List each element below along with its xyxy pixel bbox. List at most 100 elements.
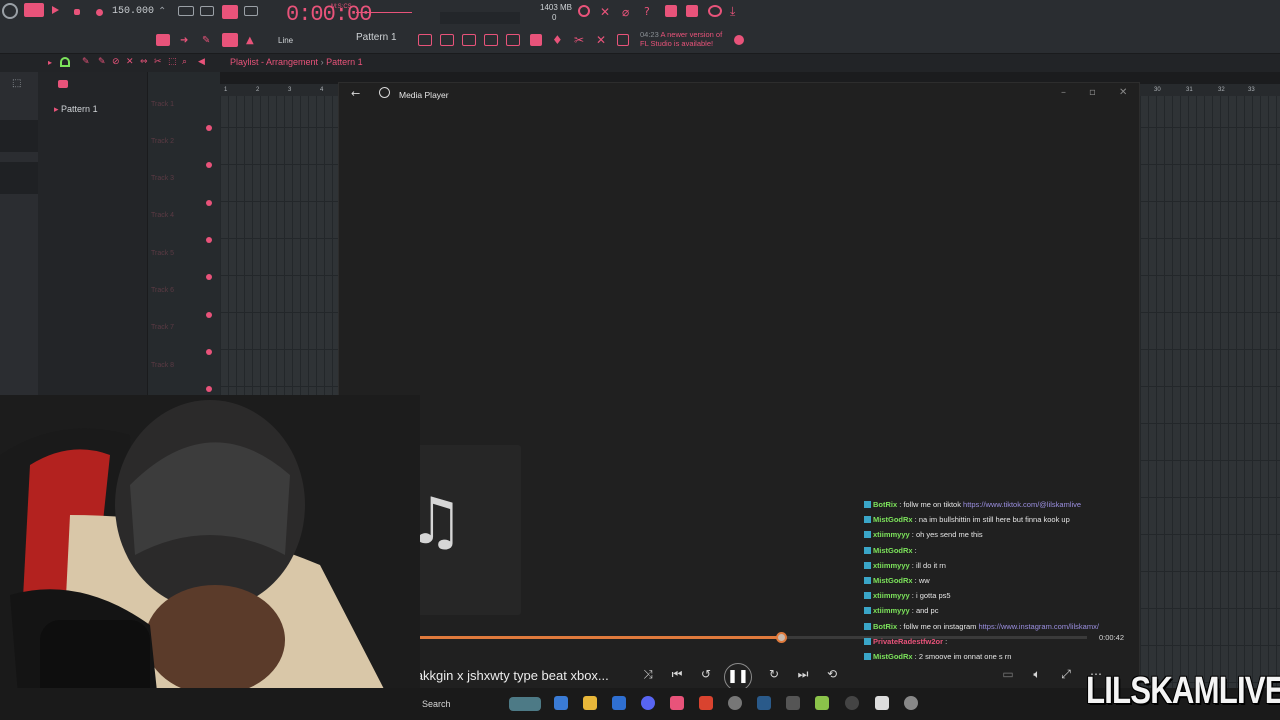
steam-icon[interactable]	[757, 696, 771, 710]
track-label[interactable]: Track 7	[151, 324, 174, 331]
rewind-10-icon[interactable]: ↺	[697, 667, 715, 681]
browser-icon[interactable]: ⬚	[12, 78, 26, 92]
minimize-icon[interactable]: –	[1061, 87, 1066, 98]
help-icon[interactable]: ?	[644, 5, 658, 19]
track-label[interactable]: Track 5	[151, 250, 174, 257]
pencil-icon[interactable]: ✎	[82, 57, 96, 71]
4k-downloader-icon[interactable]	[845, 696, 859, 710]
next-icon[interactable]: ⏭	[794, 667, 812, 682]
delete-icon[interactable]: ⊘	[112, 57, 126, 71]
copilot-icon[interactable]	[554, 696, 568, 710]
fullscreen-icon[interactable]: ⤢	[1057, 667, 1075, 682]
pattern-list-item[interactable]: ▸ Pattern 1	[54, 104, 98, 115]
chat-icon[interactable]	[708, 5, 722, 17]
play-icon[interactable]	[52, 6, 59, 14]
repeat-off-icon[interactable]: ⟲	[823, 667, 841, 681]
track-mute-dot[interactable]	[206, 386, 212, 392]
wait-icon[interactable]	[178, 6, 194, 16]
metronome-icon[interactable]: ⌃	[158, 6, 172, 20]
close-icon[interactable]: ✕	[600, 5, 614, 19]
track-mute-dot[interactable]	[206, 237, 212, 243]
mute-icon[interactable]: ✕	[126, 57, 140, 71]
stamp-icon[interactable]: ▲	[246, 35, 260, 49]
download-icon[interactable]: ⤓	[730, 4, 744, 18]
online-icon[interactable]	[734, 35, 744, 45]
mic-icon[interactable]: ♦	[552, 33, 566, 47]
track-mute-dot[interactable]	[206, 200, 212, 206]
track-mute-dot[interactable]	[206, 312, 212, 318]
draw-tool-icon[interactable]: ✎	[202, 35, 216, 49]
pattern-toggle-icon[interactable]	[58, 80, 68, 88]
brave-icon[interactable]	[699, 696, 713, 710]
track-label[interactable]: Track 6	[151, 287, 174, 294]
track-mute-dot[interactable]	[206, 349, 212, 355]
tools-icon[interactable]: ✂	[574, 33, 588, 47]
track-label[interactable]: Track 1	[151, 101, 174, 108]
speaker-icon[interactable]: ◀	[198, 57, 212, 71]
volume-icon[interactable]: 🔈︎	[1028, 667, 1046, 682]
channel-view-icon[interactable]	[484, 34, 498, 46]
app-icon[interactable]	[786, 696, 800, 710]
obs-icon[interactable]	[728, 696, 742, 710]
seek-handle[interactable]	[775, 632, 787, 643]
now-playing-title[interactable]: makkgin x jshxwty type beat xbox...	[405, 668, 609, 683]
chat-link[interactable]: https://www.tiktok.com/@lilskamlive	[963, 500, 1081, 509]
capcut-icon[interactable]	[875, 696, 889, 710]
previous-icon[interactable]: ⏮	[668, 667, 686, 682]
shuffle-icon[interactable]: ⤨	[639, 667, 657, 682]
countdown-icon[interactable]	[200, 6, 214, 16]
snap-mode[interactable]: Line	[278, 36, 293, 45]
calendar-icon[interactable]	[617, 34, 629, 46]
zoom-icon[interactable]: ⌕	[182, 57, 196, 71]
track-mute-dot[interactable]	[206, 274, 212, 280]
back-arrow-icon[interactable]: ←	[351, 87, 360, 100]
tempo-display[interactable]: 150.000	[112, 6, 154, 20]
master-volume-slider[interactable]	[356, 12, 412, 13]
step-edit-icon[interactable]	[222, 5, 238, 19]
song-time-display[interactable]: 0:00:00	[286, 2, 372, 27]
pattern-selector[interactable]: Pattern 1	[356, 32, 404, 48]
browser-icon[interactable]	[506, 34, 520, 46]
fl-studio-taskbar-icon[interactable]	[670, 696, 684, 710]
update-notice[interactable]: 04:23 A newer version of FL Studio is av…	[640, 30, 730, 48]
arrow-right-icon[interactable]: ➜	[180, 35, 194, 49]
bluestacks-icon[interactable]	[815, 696, 829, 710]
link-tool-icon[interactable]	[222, 33, 238, 47]
magnet-icon[interactable]	[60, 57, 70, 67]
track-mute-dot[interactable]	[206, 125, 212, 131]
media-player-taskbar-icon[interactable]	[904, 696, 918, 710]
piano-roll-icon[interactable]	[440, 34, 454, 46]
playlist-icon[interactable]	[418, 34, 432, 46]
file-explorer-icon[interactable]	[583, 696, 597, 710]
save-icon[interactable]	[665, 5, 677, 17]
store-icon[interactable]	[612, 696, 626, 710]
track-label[interactable]: Track 8	[151, 362, 174, 369]
close-window-icon[interactable]: ✕	[1119, 87, 1127, 98]
track-label[interactable]: Track 4	[151, 212, 174, 219]
pause-button[interactable]: ❚❚	[724, 663, 752, 691]
browser-item[interactable]	[0, 162, 38, 194]
chat-link[interactable]: https://www.instagram.com/lilskamx/	[978, 622, 1098, 631]
track-mute-dot[interactable]	[206, 162, 212, 168]
channel-rack-icon[interactable]	[156, 34, 170, 46]
miniplayer-icon[interactable]: ▭	[999, 667, 1017, 681]
brush-icon[interactable]: ✎	[98, 57, 112, 71]
stop-icon[interactable]	[74, 9, 80, 15]
maximize-icon[interactable]: ▫	[1089, 87, 1096, 98]
slice-icon[interactable]: ✂	[154, 57, 168, 71]
browser-item[interactable]	[0, 120, 38, 152]
mixer-icon[interactable]	[686, 5, 698, 17]
forward-30-icon[interactable]: ↻	[765, 667, 783, 681]
loop-record-icon[interactable]	[244, 6, 258, 16]
slip-icon[interactable]: ⇔	[140, 57, 154, 71]
record-icon[interactable]	[96, 9, 103, 16]
wrench-icon[interactable]: ✕	[596, 33, 610, 47]
microphone-icon[interactable]: ⌀	[622, 5, 636, 19]
track-label[interactable]: Track 2	[151, 138, 174, 145]
pattern-song-toggle[interactable]	[24, 3, 44, 17]
track-label[interactable]: Track 3	[151, 175, 174, 182]
taskbar-search[interactable]: Search	[405, 694, 545, 714]
select-icon[interactable]: ⬚	[168, 57, 182, 71]
plugin-icon[interactable]	[530, 34, 542, 46]
discord-icon[interactable]	[641, 696, 655, 710]
